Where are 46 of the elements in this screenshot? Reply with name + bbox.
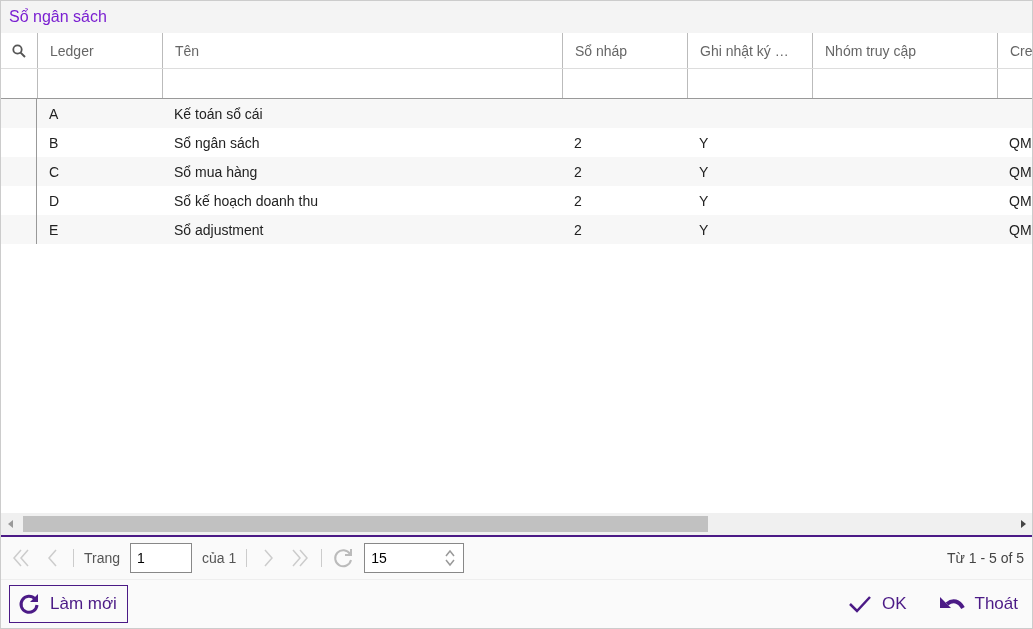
search-icon[interactable] [12,43,26,58]
column-header[interactable]: Cre [997,33,1032,68]
refresh-icon [18,593,40,615]
table-cell: Sổ kế hoạch doanh thu [174,192,318,209]
table-cell: 2 [574,192,582,209]
ok-button[interactable]: OK [841,585,913,623]
right-arrow-icon[interactable] [1020,520,1026,528]
table-cell: 2 [574,221,582,238]
table-cell: 2 [574,134,582,151]
column-header[interactable]: Ledger [37,33,162,68]
page-count: của 1 [202,550,237,566]
column-header[interactable]: Nhóm truy cập [812,33,997,68]
table-cell: QM [1009,221,1032,238]
scrollbar-thumb[interactable] [23,516,708,532]
table-cell: QM [1009,163,1032,180]
table-cell: Sổ ngân sách [174,134,260,151]
record-range: Từ 1 - 5 of 5 [946,550,1024,566]
table-cell: Y [699,192,709,209]
page-input[interactable]: 1 [130,543,193,573]
horizontal-scrollbar[interactable] [1,513,1032,537]
table-cell: Sổ mua hàng [174,163,258,180]
column-header[interactable]: Ghi nhật ký … [687,33,812,68]
left-arrow-icon[interactable] [7,520,13,528]
table-cell: A [49,105,59,122]
window-title: Sổ ngân sách [1,1,1032,33]
table-cell: B [49,134,59,151]
table-cell: D [49,192,60,209]
checkmark-icon [847,595,872,613]
table-cell: Y [699,163,709,180]
page-size-field[interactable]: 15 [364,543,465,573]
table-cell: Sổ adjustment [174,221,264,238]
table-cell: QM [1009,134,1032,151]
column-header[interactable]: Tên [162,33,562,68]
page-label: Trang [84,550,121,566]
table-cell: 2 [574,163,582,180]
table-cell: E [49,221,59,238]
table-cell: Y [699,221,709,238]
table-cell: Kế toán sổ cái [174,105,263,122]
column-header[interactable]: Sổ nháp [562,33,687,68]
spinner-icon[interactable] [444,549,457,567]
refresh-icon[interactable] [332,547,355,569]
table-cell: C [49,163,60,180]
table-cell: Y [699,134,709,151]
exit-button[interactable]: Thoát [932,585,1024,623]
table-cell: QM [1009,192,1032,209]
refresh-button[interactable]: Làm mới [9,585,128,623]
